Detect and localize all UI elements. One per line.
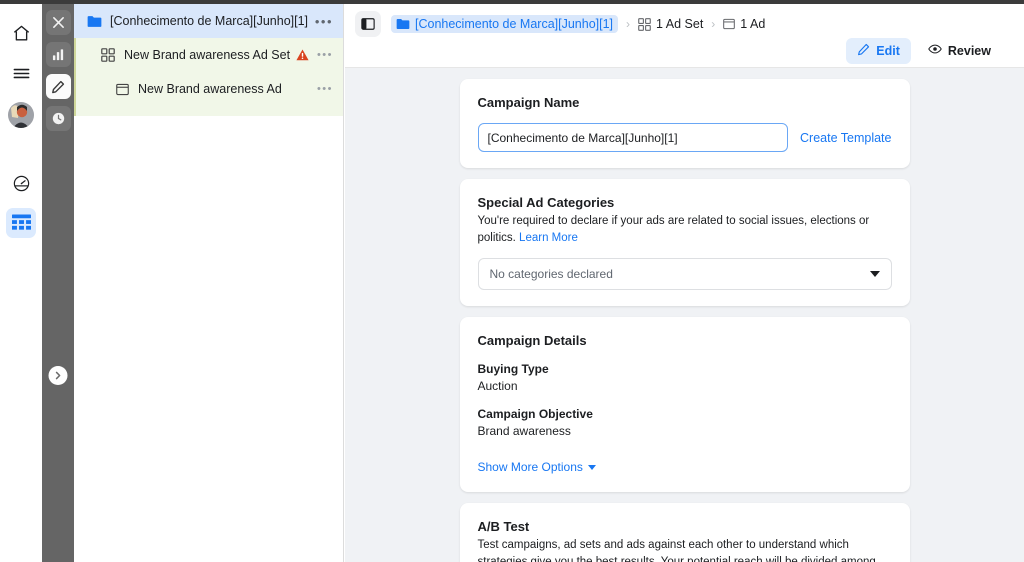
close-icon[interactable] bbox=[45, 10, 71, 35]
tree-row-menu-button[interactable]: ••• bbox=[315, 83, 335, 95]
tree-row-adset[interactable]: New Brand awareness Ad Set ••• bbox=[74, 38, 343, 72]
tree-row-label: New Brand awareness Ad bbox=[138, 82, 282, 96]
special-ad-categories-select[interactable]: No categories declared bbox=[477, 258, 892, 291]
select-value: No categories declared bbox=[489, 267, 613, 282]
home-icon[interactable] bbox=[6, 18, 36, 48]
ab-test-description: Test campaigns, ad sets and ads against … bbox=[478, 537, 892, 562]
campaign-name-input[interactable] bbox=[477, 123, 788, 152]
gauge-icon[interactable] bbox=[6, 168, 36, 198]
buying-type-label: Buying Type bbox=[477, 362, 549, 377]
description-text: Test campaigns, ad sets and ads against … bbox=[477, 539, 876, 562]
ab-test-card: A/B Test Test campaigns, ad sets and ads… bbox=[459, 503, 910, 562]
tree-row-label: [Conhecimento de Marca][Junho][1] bbox=[110, 14, 309, 28]
editor-toolbar bbox=[42, 4, 74, 562]
chart-icon[interactable] bbox=[45, 42, 71, 67]
breadcrumb: [Conhecimento de Marca][Junho][1] › 1 Ad… bbox=[345, 4, 1024, 37]
special-ad-categories-title: Special Ad Categories bbox=[477, 195, 615, 210]
tree-group-filler bbox=[74, 106, 343, 116]
campaign-details-card: Campaign Details Buying Type Auction Cam… bbox=[459, 317, 910, 493]
eye-icon bbox=[928, 42, 942, 59]
app-rail bbox=[0, 4, 42, 562]
warning-icon[interactable] bbox=[296, 49, 309, 61]
avatar[interactable] bbox=[8, 102, 34, 128]
special-ad-categories-card: Special Ad Categories You're required to… bbox=[459, 179, 910, 307]
pencil-icon bbox=[857, 43, 870, 59]
breadcrumb-item-adset[interactable]: 1 Ad Set bbox=[638, 17, 703, 31]
chevron-right-icon: › bbox=[626, 17, 631, 31]
edit-tab-label: Edit bbox=[876, 43, 900, 58]
breadcrumb-label: 1 Ad Set bbox=[656, 17, 704, 31]
special-ad-categories-description: You're required to declare if your ads a… bbox=[478, 213, 892, 246]
create-template-link[interactable]: Create Template bbox=[800, 131, 892, 145]
tree-row-menu-button[interactable]: ••• bbox=[313, 15, 335, 28]
adset-grid-icon bbox=[638, 17, 651, 31]
grid-icon[interactable] bbox=[6, 208, 36, 238]
ad-frame-icon bbox=[723, 18, 736, 30]
campaign-name-title: Campaign Name bbox=[477, 95, 580, 110]
campaign-name-card: Campaign Name Create Template bbox=[459, 79, 910, 168]
folder-icon bbox=[86, 13, 102, 29]
campaign-details-title: Campaign Details bbox=[477, 333, 587, 349]
edit-tab[interactable]: Edit bbox=[846, 37, 911, 64]
chevron-right-icon: › bbox=[711, 17, 716, 31]
menu-icon[interactable] bbox=[6, 58, 36, 88]
buying-type-value: Auction bbox=[477, 379, 518, 394]
campaign-settings-scroll[interactable]: Campaign Name Create Template Special Ad… bbox=[345, 68, 1024, 562]
chevron-down-icon bbox=[587, 464, 596, 470]
ad-frame-icon bbox=[114, 81, 130, 97]
clock-icon[interactable] bbox=[45, 106, 71, 131]
tree-row-campaign[interactable]: [Conhecimento de Marca][Junho][1] ••• bbox=[74, 4, 343, 38]
tree-row-label: New Brand awareness Ad Set bbox=[124, 48, 291, 62]
review-tab[interactable]: Review bbox=[917, 37, 1002, 64]
chevron-down-icon bbox=[869, 271, 880, 278]
breadcrumb-label: [Conhecimento de Marca][Junho][1] bbox=[415, 17, 614, 31]
breadcrumb-label: 1 Ad bbox=[740, 17, 766, 31]
show-more-options-button[interactable]: Show More Options bbox=[478, 460, 596, 474]
campaign-objective-label: Campaign Objective bbox=[477, 407, 593, 422]
campaign-objective-value: Brand awareness bbox=[477, 424, 571, 439]
adset-grid-icon bbox=[100, 47, 116, 63]
learn-more-link[interactable]: Learn More bbox=[519, 232, 578, 244]
ab-test-title: A/B Test bbox=[477, 519, 530, 535]
show-more-options-label: Show More Options bbox=[477, 460, 583, 475]
breadcrumb-item-campaign[interactable]: [Conhecimento de Marca][Junho][1] bbox=[391, 15, 619, 33]
tree-row-menu-button[interactable]: ••• bbox=[315, 49, 335, 61]
panel-toggle-icon[interactable] bbox=[355, 11, 381, 37]
edit-pencil-icon[interactable] bbox=[45, 74, 71, 99]
mode-switcher: Edit Review bbox=[846, 37, 1002, 64]
main-region: [Conhecimento de Marca][Junho][1] › 1 Ad… bbox=[345, 4, 1024, 562]
topbar: [Conhecimento de Marca][Junho][1] › 1 Ad… bbox=[345, 4, 1024, 68]
breadcrumb-item-ad[interactable]: 1 Ad bbox=[723, 17, 765, 31]
expand-panel-button[interactable] bbox=[48, 366, 68, 385]
review-tab-label: Review bbox=[947, 43, 991, 58]
campaign-tree-panel: [Conhecimento de Marca][Junho][1] ••• Ne… bbox=[74, 4, 344, 562]
tree-row-ad[interactable]: New Brand awareness Ad ••• bbox=[74, 72, 343, 106]
folder-icon bbox=[396, 18, 410, 30]
